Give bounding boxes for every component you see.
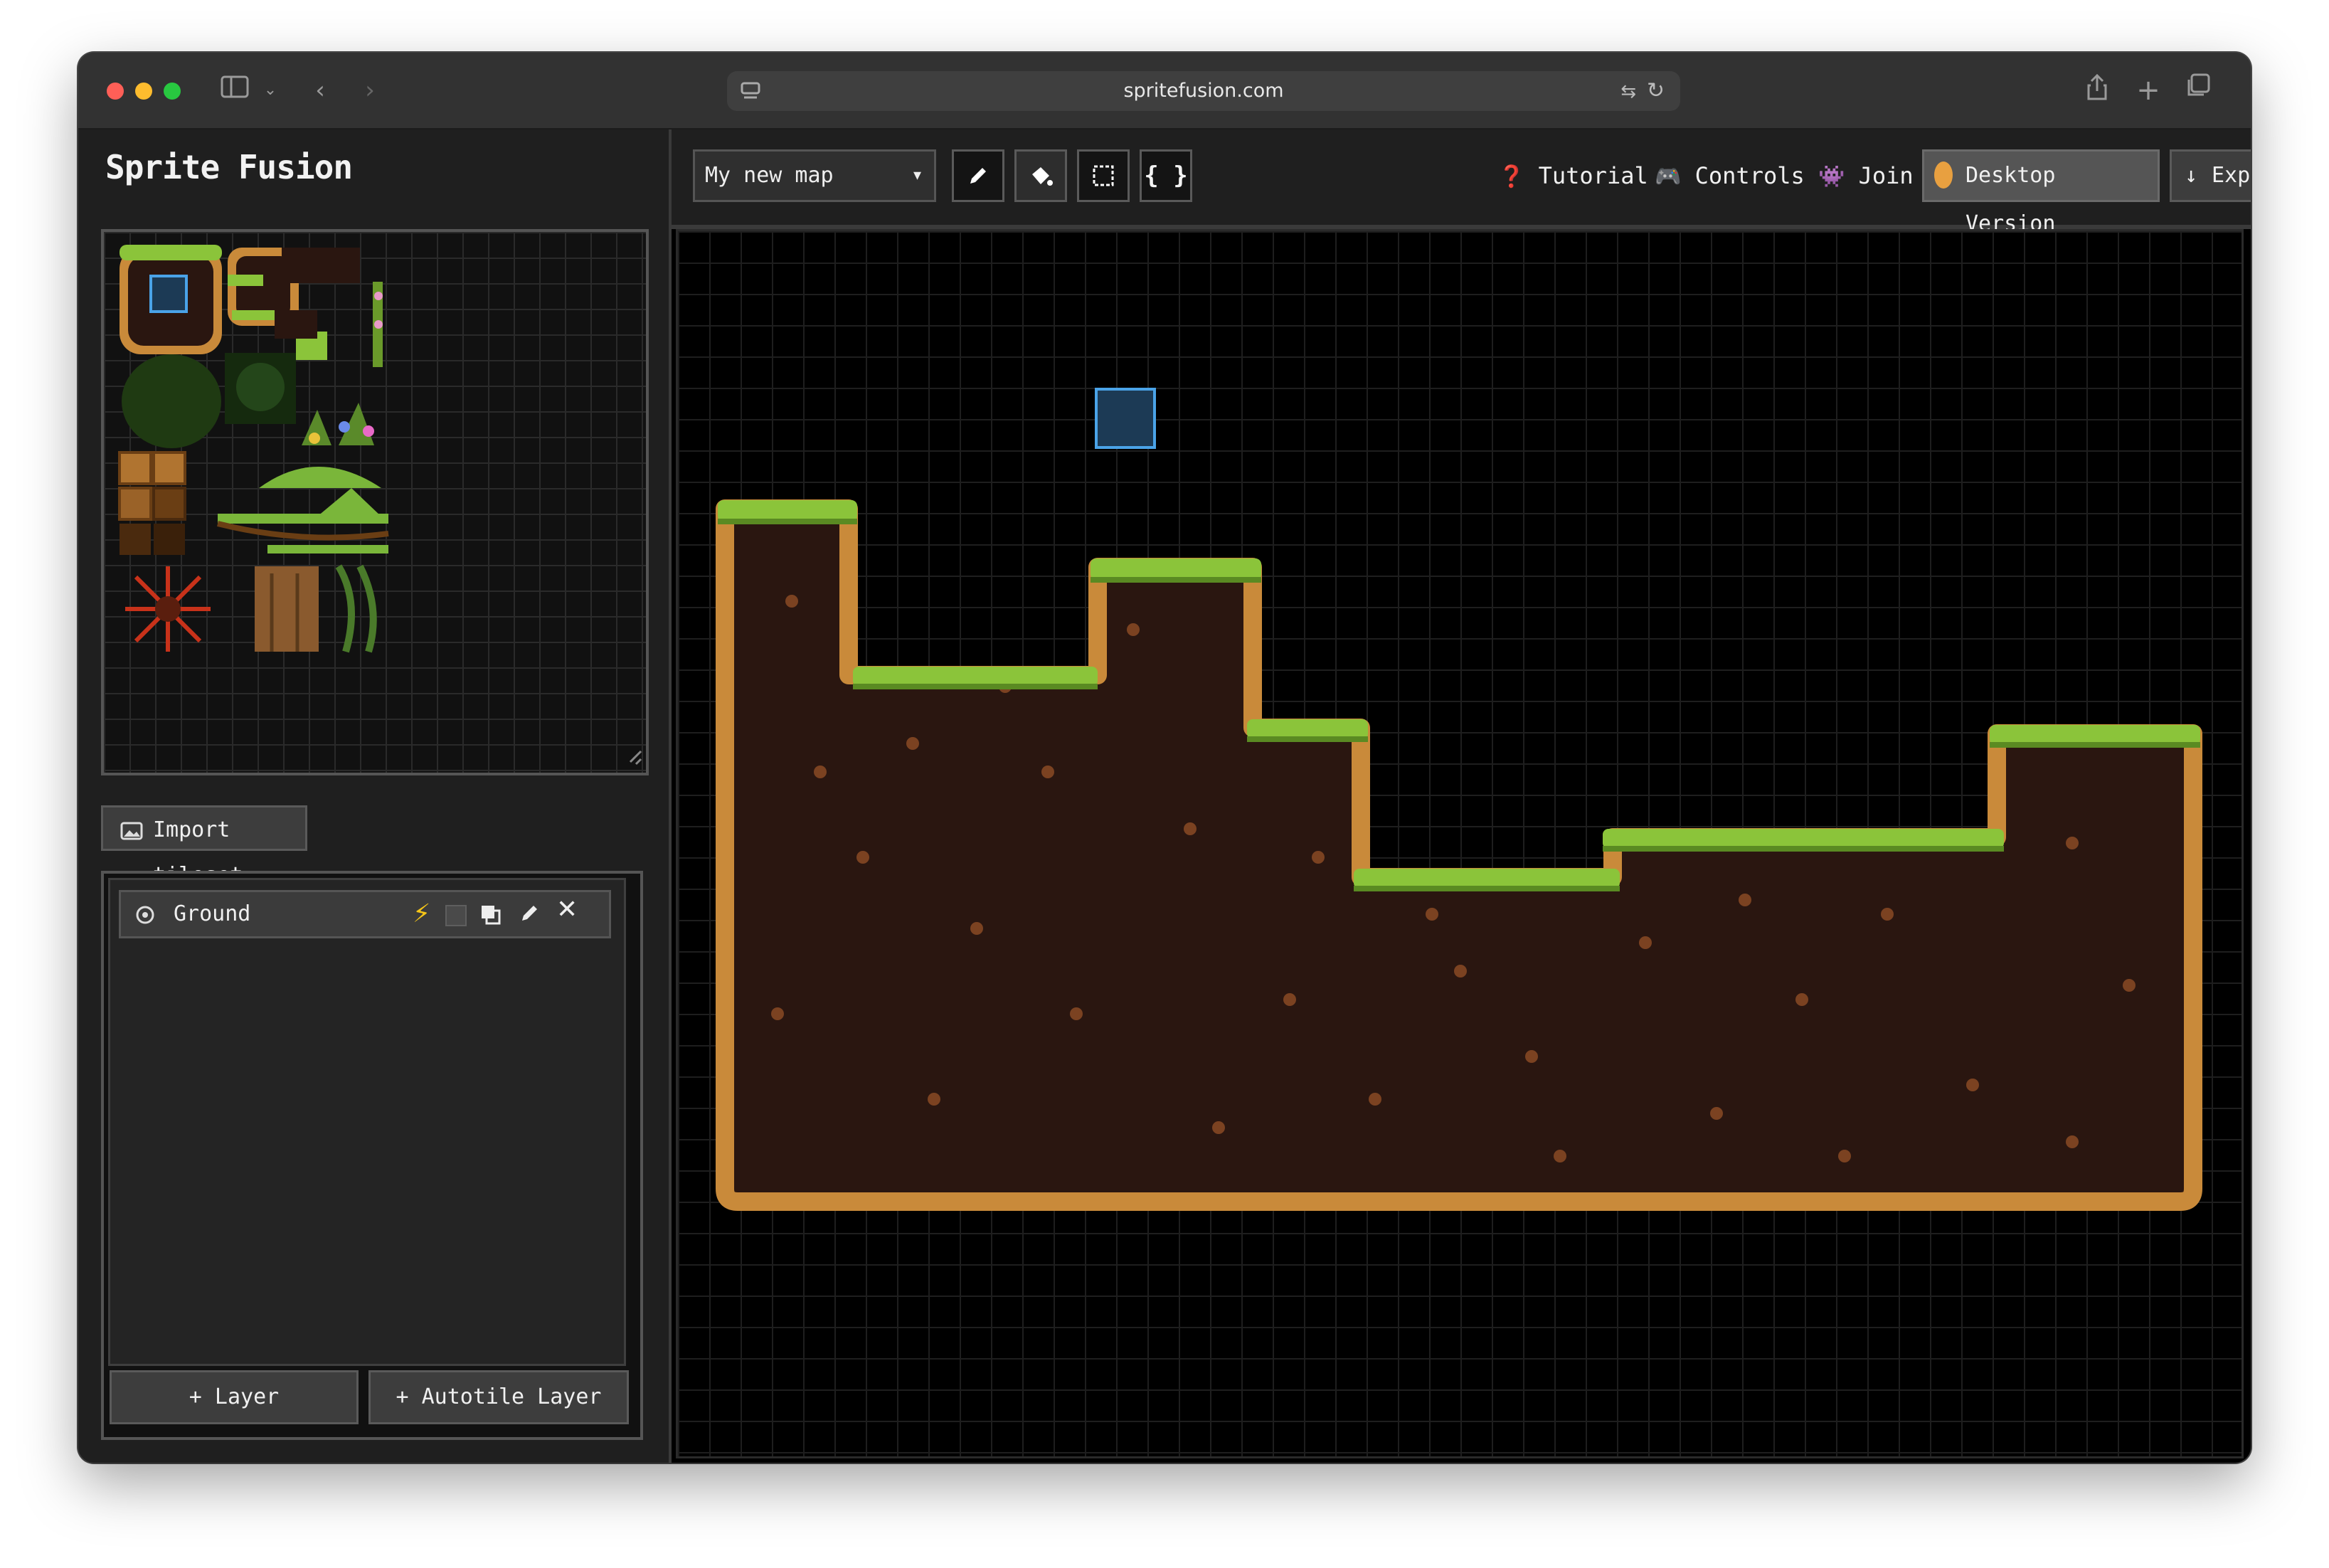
terrain-dirt — [716, 499, 2202, 1211]
map-select[interactable]: My new map ▾ — [693, 149, 936, 202]
select-icon — [1093, 165, 1114, 186]
zoom-window-button[interactable] — [164, 83, 181, 100]
share-icon[interactable] — [2083, 73, 2111, 108]
tab-overview-icon[interactable] — [2184, 73, 2212, 108]
dropdown-caret-icon: ▾ — [913, 166, 921, 184]
close-window-button[interactable] — [107, 83, 124, 100]
controls-link[interactable]: 🎮 Controls — [1655, 149, 1805, 202]
sidebar-toggle-icon[interactable] — [213, 73, 256, 108]
layer-name: Ground — [174, 901, 251, 926]
layer-row-ground[interactable]: Ground ⚡ ✕ — [119, 890, 611, 938]
url-text: spritefusion.com — [1123, 80, 1284, 102]
new-tab-icon[interactable]: + — [2134, 73, 2163, 108]
add-autotile-layer-button[interactable]: + Autotile Layer — [368, 1370, 629, 1424]
gamepad-icon: 🎮 — [1655, 164, 1682, 189]
desktop-version-label: Desktop Version — [1965, 163, 2056, 236]
layers-list: Ground ⚡ ✕ — [108, 878, 626, 1366]
reload-icon[interactable]: ↻ — [1647, 78, 1665, 103]
select-tool-button[interactable] — [1077, 149, 1130, 202]
layer-visibility-icon[interactable] — [135, 905, 155, 928]
add-layer-button[interactable]: + Layer — [110, 1370, 359, 1424]
question-icon: ❓ — [1498, 164, 1525, 189]
tutorial-link[interactable]: ❓ Tutorial — [1498, 149, 1648, 202]
braces-icon: { } — [1144, 161, 1188, 190]
export-label: Export — [2212, 163, 2251, 188]
back-arrow-icon[interactable]: ‹ — [306, 73, 334, 108]
editor-toolbar: My new map ▾ { } ❓ Tutorial 🎮 Controls 👾… — [672, 129, 2251, 236]
export-button[interactable]: ↓ Export — [2170, 149, 2251, 202]
tutorial-label: Tutorial — [1538, 162, 1648, 189]
pencil-tool-button[interactable] — [952, 149, 1004, 202]
import-tileset-button[interactable]: Import tileset — [101, 805, 307, 888]
left-sidebar: Sprite Fusion Import Ground ⚡ ✕ + Layer … — [78, 129, 672, 1463]
braces-tool-button[interactable]: { } — [1140, 149, 1192, 202]
download-arrow-icon: ↓ — [2185, 163, 2198, 188]
forward-arrow-icon[interactable]: › — [356, 73, 384, 108]
map-select-value: My new map — [705, 163, 834, 188]
translate-icon[interactable]: ⇆ — [1620, 81, 1636, 102]
discord-icon: 👾 — [1818, 164, 1845, 189]
map-canvas[interactable] — [676, 229, 2244, 1458]
browser-window: ⌄ ‹ › spritefusion.com ⇆ ↻ + Sprite Fusi… — [78, 53, 2251, 1463]
chevron-down-icon[interactable]: ⌄ — [260, 73, 281, 108]
duplicate-icon[interactable] — [479, 904, 501, 928]
app-title: Sprite Fusion — [105, 148, 353, 186]
pencil-icon — [970, 168, 986, 184]
join-discord-link[interactable]: 👾 Join — [1818, 149, 1914, 202]
minimize-window-button[interactable] — [135, 83, 152, 100]
desktop-version-button[interactable]: Desktop Version — [1922, 149, 2160, 236]
layer-color-swatch[interactable] — [445, 905, 467, 926]
delete-layer-icon[interactable]: ✕ — [556, 895, 578, 924]
tileset-image[interactable] — [104, 232, 646, 773]
edit-pencil-icon[interactable] — [518, 902, 541, 928]
controls-label: Controls — [1694, 162, 1805, 189]
tileset-viewer[interactable] — [101, 229, 649, 775]
tilemap-render[interactable] — [678, 231, 2246, 1461]
bucket-icon — [1032, 167, 1053, 186]
lightning-icon[interactable]: ⚡ — [413, 899, 430, 928]
address-bar[interactable]: spritefusion.com ⇆ ↻ — [727, 71, 1680, 111]
hover-tile-cursor — [1095, 388, 1156, 449]
browser-titlebar: ⌄ ‹ › spritefusion.com ⇆ ↻ + — [78, 53, 2251, 129]
join-label: Join — [1858, 162, 1914, 189]
egg-icon — [1934, 161, 1953, 189]
layers-panel: Ground ⚡ ✕ + Layer + Autotile Layer — [101, 871, 643, 1440]
bucket-tool-button[interactable] — [1014, 149, 1067, 202]
image-icon — [120, 807, 143, 853]
editor-main: My new map ▾ { } ❓ Tutorial 🎮 Controls 👾… — [672, 129, 2251, 1463]
